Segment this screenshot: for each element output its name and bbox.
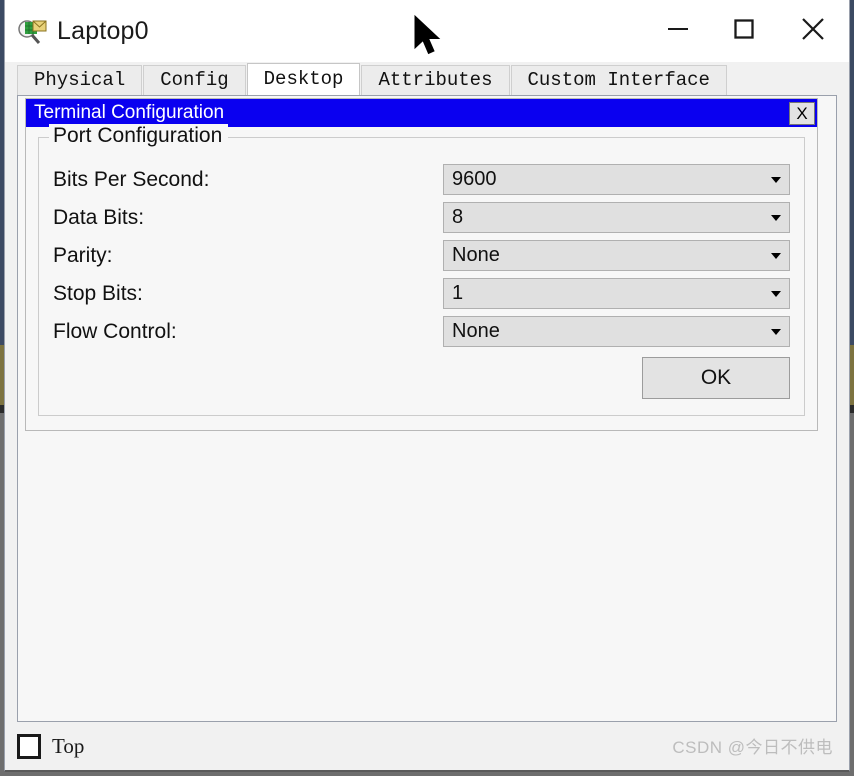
minimize-button[interactable] [645,0,711,62]
dialog-close-button[interactable]: X [789,101,815,125]
dialog-titlebar: Terminal Configuration X [26,99,817,127]
window-titlebar: Laptop0 [5,0,849,62]
chevron-down-icon [771,328,781,335]
terminal-configuration-dialog: Terminal Configuration X Port Configurat… [25,98,818,431]
top-checkbox[interactable] [17,733,41,759]
device-window: Laptop0 Physical Config Desktop Attribut… [4,0,850,772]
tab-physical[interactable]: Physical [17,65,143,95]
flow-control-label: Flow Control: [53,319,177,343]
stop-bits-value: 1 [452,282,464,304]
close-button[interactable] [777,0,849,62]
parity-label: Parity: [53,243,113,267]
top-checkbox-label: Top [52,733,85,758]
data-bits-value: 8 [452,206,464,228]
port-configuration-group: Port Configuration Bits Per Second: 9600… [38,124,805,416]
window-footer: Top CSDN @今日不供电 [5,722,849,770]
row-data-bits: Data Bits: 8 [53,202,790,233]
watermark: CSDN @今日不供电 [672,738,833,757]
chevron-down-icon [771,290,781,297]
parity-select[interactable]: None [443,240,790,271]
parity-value: None [452,244,500,266]
screen: Laptop0 Physical Config Desktop Attribut… [0,0,854,776]
ok-button[interactable]: OK [642,357,790,399]
close-icon [800,16,826,47]
desktop-panel: Terminal Configuration X Port Configurat… [17,95,837,722]
maximize-button[interactable] [711,0,777,62]
dialog-body: Port Configuration Bits Per Second: 9600… [26,124,817,430]
maximize-icon [733,18,755,45]
window-controls [645,0,849,62]
tab-desktop[interactable]: Desktop [246,63,361,95]
data-bits-label: Data Bits: [53,205,145,229]
tab-custom-interface[interactable]: Custom Interface [510,65,727,95]
row-stop-bits: Stop Bits: 1 [53,278,790,309]
port-configuration-legend: Port Configuration [49,124,229,148]
chevron-down-icon [771,214,781,221]
bits-per-second-label: Bits Per Second: [53,167,210,191]
flow-control-select[interactable]: None [443,316,790,347]
inspect-packet-icon [17,17,47,45]
dialog-title: Terminal Configuration [34,102,225,123]
tab-attributes[interactable]: Attributes [361,65,510,95]
row-bits-per-second: Bits Per Second: 9600 [53,164,790,195]
tabstrip: Physical Config Desktop Attributes Custo… [5,62,849,95]
minimize-icon [666,22,690,41]
dialog-button-row: OK [53,357,790,399]
stop-bits-label: Stop Bits: [53,281,143,305]
chevron-down-icon [771,176,781,183]
row-parity: Parity: None [53,240,790,271]
bits-per-second-select[interactable]: 9600 [443,164,790,195]
data-bits-select[interactable]: 8 [443,202,790,233]
bits-per-second-value: 9600 [452,168,497,190]
tab-config[interactable]: Config [143,65,246,95]
flow-control-value: None [452,320,500,342]
chevron-down-icon [771,252,781,259]
window-title: Laptop0 [57,16,149,45]
stop-bits-select[interactable]: 1 [443,278,790,309]
row-flow-control: Flow Control: None [53,316,790,347]
titlebar-left: Laptop0 [5,17,149,46]
